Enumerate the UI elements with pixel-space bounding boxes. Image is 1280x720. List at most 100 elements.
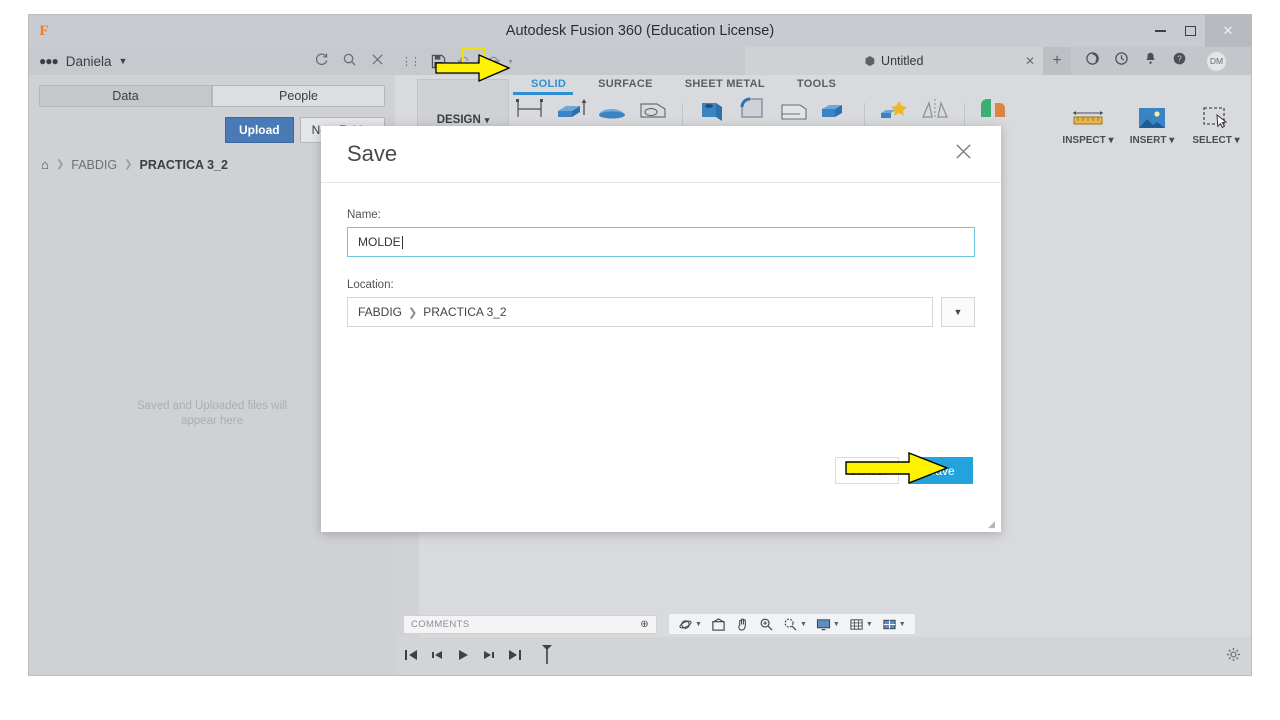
skip-start-icon[interactable] [403,648,419,665]
step-forward-icon[interactable] [481,648,497,665]
dialog-close-icon[interactable] [954,142,973,167]
people-icon: ●●● [39,54,59,68]
document-tab-strip: ⬢ Untitled ✕ + ? DM [745,47,1251,75]
revolve-icon[interactable] [595,95,629,129]
sweep-icon[interactable] [636,95,670,129]
name-label: Name: [347,209,381,221]
pan-hand-icon[interactable] [735,617,750,632]
gear-icon[interactable] [1226,647,1241,665]
ribbon-tab-tools[interactable]: TOOLS [781,78,852,90]
comments-field[interactable]: COMMENTS ⊕ [403,614,657,634]
name-input[interactable]: MOLDE [347,227,975,257]
refresh-icon[interactable] [314,52,329,70]
location-root: FABDIG [358,305,403,319]
chevron-down-icon[interactable]: ▼ [866,621,873,628]
history-icon[interactable] [1114,51,1129,71]
ruler-icon [1057,101,1119,135]
select-button[interactable]: SELECT ▾ [1185,101,1247,146]
sketch-icon[interactable] [513,95,547,129]
cube-icon: ⬢ [864,54,876,68]
sync-icon[interactable] [1085,51,1100,71]
home-icon[interactable]: ⌂ [41,157,49,172]
avatar[interactable]: DM [1207,51,1226,71]
mirror-icon[interactable] [918,95,952,129]
dialog-resize-grip[interactable]: ◢ [988,520,997,529]
window-title-bar: F Autodesk Fusion 360 (Education License… [29,15,1251,47]
timeline-bar [395,637,1251,675]
new-tab-button[interactable]: + [1043,47,1071,75]
name-input-value: MOLDE [358,235,401,249]
view-tools: ▼ ▼ ▼ ▼ ▼ [669,614,915,634]
text-cursor [401,235,403,249]
dialog-header: Save [321,126,1001,183]
inspect-button[interactable]: INSPECT ▾ [1057,101,1119,146]
play-icon[interactable] [455,648,471,665]
location-label: Location: [347,279,394,291]
help-icon[interactable]: ? [1172,51,1187,71]
ribbon-tab-solid[interactable]: SOLID [515,78,582,90]
annotation-arrow-save-button [845,452,949,484]
material-icon[interactable] [977,95,1011,129]
zoom-window-icon[interactable]: ▼ [783,617,807,632]
dialog-title: Save [347,141,398,166]
zoom-fit-icon[interactable] [759,617,774,632]
user-name[interactable]: Daniela [66,54,112,69]
chevron-down-icon[interactable]: ▼ [833,621,840,628]
step-back-icon[interactable] [429,648,445,665]
ribbon-tab-surface[interactable]: SURFACE [582,78,669,90]
workspace-design-label: DESIGN [436,114,481,126]
maximize-button[interactable] [1175,15,1205,47]
ribbon-tool-icons [513,95,1011,129]
grid-settings-icon[interactable]: ▼ [849,617,873,632]
chevron-down-icon[interactable]: ▼ [899,621,906,628]
ribbon-tab-sheet-metal[interactable]: SHEET METAL [669,78,781,90]
chevron-down-icon[interactable]: ▼ [119,56,128,66]
shell-icon[interactable] [777,95,811,129]
close-icon[interactable]: ✕ [1025,54,1035,68]
add-comment-icon[interactable]: ⊕ [640,619,649,630]
data-panel-tabs: Data People [39,85,385,107]
search-icon[interactable] [342,52,357,70]
toolbar-grip[interactable]: ⋮⋮ [401,55,421,68]
ribbon-right-panel: INSPECT ▾ INSERT ▾ SELECT ▾ [1057,101,1247,146]
breadcrumb-item-practica[interactable]: PRACTICA 3_2 [139,158,227,172]
viewport-layout-icon[interactable]: ▼ [882,617,906,632]
workspace-design-button[interactable]: DESIGN ▾ [417,79,509,131]
breadcrumb-separator: ❯ [55,159,65,170]
account-toolbar: ? DM [1085,51,1226,71]
insert-button[interactable]: INSERT ▾ [1121,101,1183,146]
document-tab-untitled[interactable]: ⬢ Untitled ✕ [745,47,1043,75]
ribbon-tabs: SOLID SURFACE SHEET METAL TOOLS [515,78,852,90]
chevron-down-icon[interactable]: ▼ [800,621,807,628]
display-settings-icon[interactable]: ▼ [816,617,840,632]
breadcrumb-item-fabdig[interactable]: FABDIG [71,158,117,172]
extrude-icon[interactable] [554,95,588,129]
window-title: Autodesk Fusion 360 (Education License) [505,23,775,39]
dialog-body: Name: MOLDE Location: FABDIG ❯ PRACTICA … [321,183,1001,327]
notification-bell-icon[interactable] [1143,51,1158,71]
pan-box-icon[interactable] [711,617,726,632]
location-folder: PRACTICA 3_2 [423,305,507,319]
comments-label: COMMENTS [411,618,470,630]
tab-people[interactable]: People [212,85,385,107]
quick-access-toolbar: ⋮⋮ ↶ ▾ ↷ ▾ ⬢ Untitled ✕ + [395,47,1251,75]
hole-icon[interactable] [695,95,729,129]
skip-end-icon[interactable] [507,648,523,665]
fillet-icon[interactable] [736,95,770,129]
location-dropdown-button[interactable]: ▼ [941,297,975,327]
chevron-down-icon[interactable]: ▼ [695,621,702,628]
timeline-marker-icon[interactable] [539,642,555,671]
location-input[interactable]: FABDIG ❯ PRACTICA 3_2 [347,297,933,327]
svg-text:?: ? [1177,54,1182,64]
pattern-icon[interactable] [877,95,911,129]
close-window-button[interactable]: ✕ [1205,15,1251,47]
breadcrumb-separator: ❯ [124,159,133,170]
location-row: FABDIG ❯ PRACTICA 3_2 ▼ [347,297,975,327]
combine-icon[interactable] [818,95,852,129]
close-panel-icon[interactable] [370,52,385,70]
tab-data[interactable]: Data [39,85,212,107]
orbit-icon[interactable]: ▼ [678,617,702,632]
selection-box-icon [1185,101,1247,135]
minimize-button[interactable] [1145,15,1175,47]
upload-button[interactable]: Upload [224,117,294,143]
